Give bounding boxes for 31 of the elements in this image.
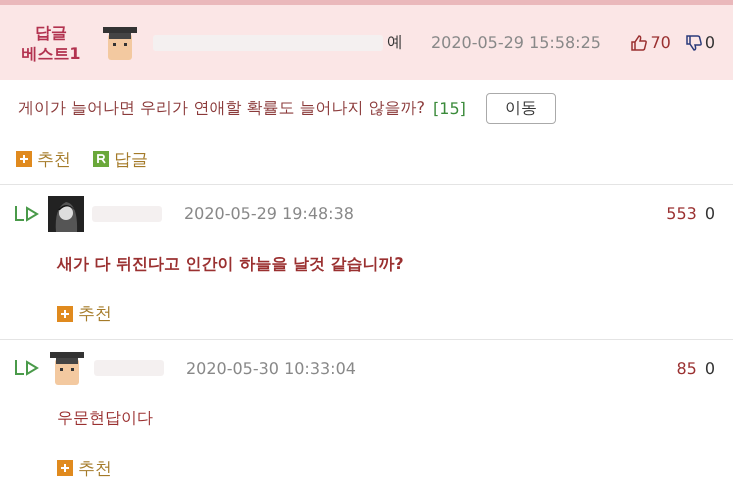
best-badge-text: 베스트1: [21, 42, 81, 64]
thumbs-up-icon[interactable]: [630, 34, 648, 52]
username: 예: [387, 32, 403, 54]
comment-date: 2020-05-29 19:48:38: [184, 204, 354, 224]
avatar-icon: [48, 349, 86, 388]
like-count: 70: [650, 33, 671, 52]
reply-arrow-icon: [14, 359, 40, 378]
reply-count: [15]: [433, 99, 466, 118]
comment-text: 새가 다 뒤진다고 인간이 하늘을 날것 같습니까?: [57, 254, 404, 275]
recommend-link[interactable]: 추천: [16, 148, 71, 171]
reply-arrow-icon: [14, 204, 40, 223]
best-badge-text: 답글: [35, 22, 67, 43]
comment-date: 2020-05-30 10:33:04: [186, 358, 356, 378]
plus-icon: [57, 460, 73, 476]
post-title[interactable]: 게이가 늘어나면 우리가 연애할 확률도 늘어나지 않을까?: [18, 98, 426, 120]
move-button[interactable]: 이동: [486, 93, 556, 124]
plus-icon: [57, 306, 73, 322]
comment-date: 2020-05-29 15:58:25: [431, 33, 601, 52]
dislike-count: 0: [704, 204, 715, 224]
comment-text: 우문현답이다: [57, 408, 153, 430]
avatar-picture-icon: [48, 196, 84, 232]
plus-icon: [16, 151, 32, 168]
dislike-count: 0: [704, 358, 715, 378]
recommend-link[interactable]: 추천: [57, 456, 112, 480]
reply-icon: [93, 151, 109, 168]
like-count: 553: [666, 204, 697, 224]
recommend-link[interactable]: 추천: [57, 302, 112, 326]
reply-link[interactable]: 답글: [93, 148, 148, 171]
thumbs-down-icon[interactable]: [684, 34, 703, 52]
like-count: 85: [676, 358, 697, 378]
dislike-count: 0: [704, 33, 715, 52]
